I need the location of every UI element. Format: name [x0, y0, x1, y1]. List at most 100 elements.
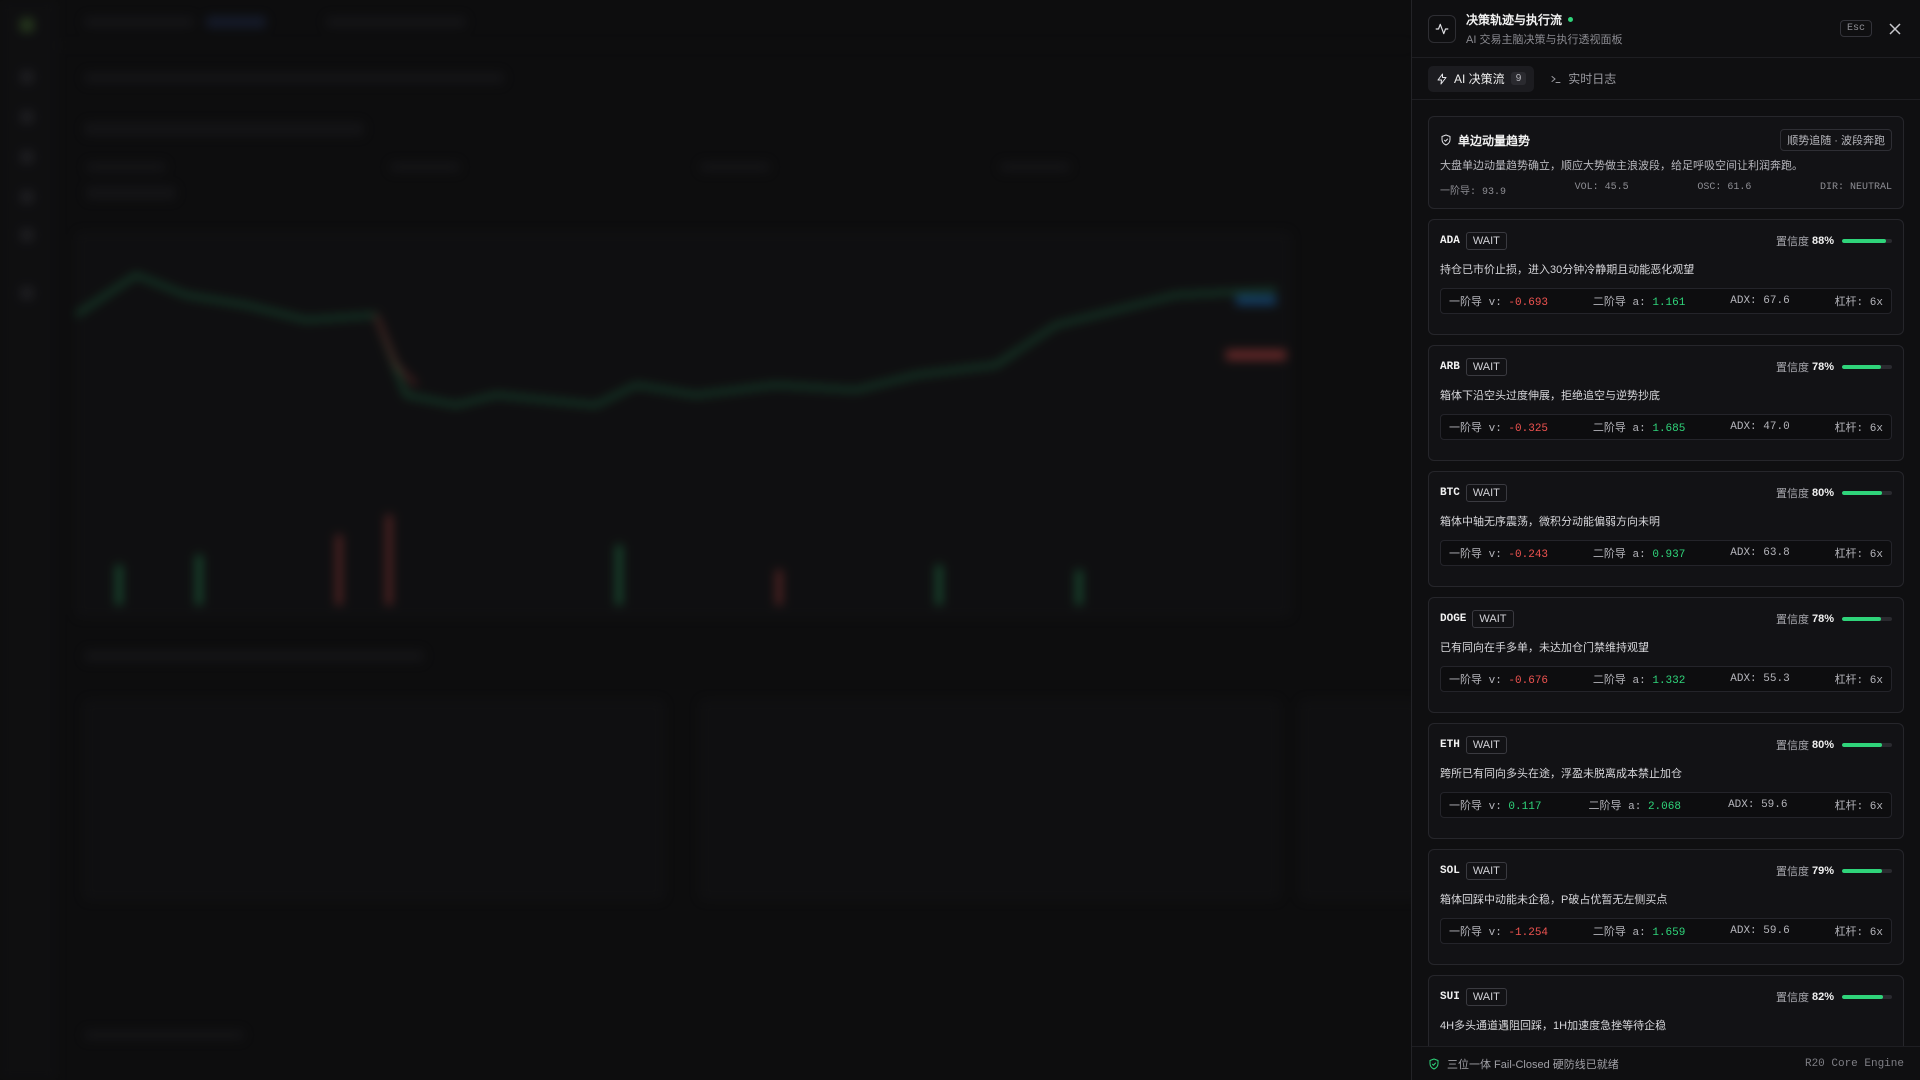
metric-label: 一阶导 v:	[1449, 297, 1502, 309]
confidence-bar-fill	[1842, 995, 1883, 999]
decision-card-list: ADA WAIT 置信度 88% 持仓已市价止损，进入30分钟冷静期且动能恶化观望 一阶导…	[1428, 219, 1904, 1046]
metric-value: 55.3	[1763, 673, 1790, 685]
decision-reason: 箱体回踩中动能未企稳，P破占优暂无左侧买点	[1440, 894, 1668, 906]
metric-label: 杠杆:	[1834, 927, 1864, 939]
metrics-row: 一阶导 v: -0.325 二阶导 a: 1.685 ADX: 47.0 杠杆: 6x	[1440, 414, 1892, 440]
close-icon	[1889, 22, 1901, 35]
action-badge: WAIT	[1465, 358, 1507, 376]
metric-adx: ADX: 67.6	[1730, 295, 1789, 307]
metric-velocity: 一阶导 v: 0.117	[1449, 797, 1541, 813]
activity-icon	[1428, 14, 1456, 43]
close-button[interactable]	[1886, 20, 1904, 38]
metric-label: 一阶导 v:	[1449, 801, 1502, 813]
metrics-row: 一阶导 v: -0.693 二阶导 a: 1.161 ADX: 67.6 杠杆: 6x	[1440, 288, 1892, 314]
decision-card-doge[interactable]: DOGE WAIT 置信度 78% 已有同向在手多单，未达加仓门禁维持观望 一阶导 v: …	[1428, 597, 1904, 713]
confidence-label: 置信度	[1775, 614, 1809, 626]
decision-card-eth[interactable]: ETH WAIT 置信度 80% 跨所已有同向多头在途，浮盈未脱离成本禁止加仓 一阶导 v…	[1428, 723, 1904, 839]
confidence-label: 置信度	[1775, 362, 1809, 374]
terminal-icon	[1551, 75, 1561, 83]
metric-label: 二阶导 a:	[1592, 297, 1646, 309]
metric-label: 杠杆:	[1834, 675, 1864, 687]
decision-card-sol[interactable]: SOL WAIT 置信度 79% 箱体回踩中动能未企稳，P破占优暂无左侧买点 一阶导 v:…	[1428, 849, 1904, 965]
metric-label: 二阶导 a:	[1592, 927, 1646, 939]
metric-velocity: 一阶导 v: -0.693	[1449, 293, 1548, 309]
metric-adx: ADX: 59.6	[1728, 799, 1787, 811]
background-price-chart	[76, 273, 1286, 605]
metric-value: 1.659	[1652, 927, 1686, 939]
metric-velocity: 一阶导 v: -0.676	[1449, 671, 1548, 687]
metric-label: 二阶导 a:	[1588, 801, 1642, 813]
live-status-dot	[1568, 16, 1574, 22]
decision-card-arb[interactable]: ARB WAIT 置信度 78% 箱体下沿空头过度伸展，拒绝追空与逆势抄底 一阶导 v: …	[1428, 345, 1904, 461]
metrics-row: 一阶导 v: -0.676 二阶导 a: 1.332 ADX: 55.3 杠杆: 6x	[1440, 666, 1892, 692]
decision-feed[interactable]: 单边动量趋势 顺势追随 · 波段奔跑 大盘单边动量趋势确立，顺应大势做主浪波段，…	[1412, 100, 1920, 1046]
metric-label: 杠杆:	[1834, 297, 1864, 309]
metric-adx: ADX: 55.3	[1730, 673, 1789, 685]
metric-value: 1.161	[1652, 297, 1686, 309]
metric-leverage: 杠杆: 6x	[1835, 545, 1883, 561]
decision-card-ada[interactable]: ADA WAIT 置信度 88% 持仓已市价止损，进入30分钟冷静期且动能恶化观望 一阶导…	[1428, 219, 1904, 335]
symbol: SOL	[1440, 865, 1460, 877]
tab-label: AI 决策流	[1454, 72, 1505, 86]
metric-label: ADX:	[1730, 925, 1757, 937]
tab-ai-decisions[interactable]: AI 决策流 9	[1428, 65, 1535, 92]
metric-value: 2.068	[1647, 801, 1681, 813]
metric-label: 二阶导 a:	[1592, 549, 1646, 561]
regime-stat: DIR: NEUTRAL	[1819, 182, 1892, 193]
decision-reason: 持仓已市价止损，进入30分钟冷静期且动能恶化观望	[1440, 264, 1695, 276]
confidence-label: 置信度	[1775, 992, 1809, 1004]
metric-acceleration: 二阶导 a: 2.068	[1589, 797, 1681, 813]
confidence-label: 置信度	[1775, 488, 1809, 500]
metric-label: ADX:	[1728, 799, 1755, 811]
action-badge: WAIT	[1465, 232, 1507, 250]
confidence-value: 78%	[1811, 361, 1834, 373]
confidence-bar	[1842, 617, 1892, 621]
action-badge: WAIT	[1465, 484, 1507, 502]
metric-label: 二阶导 a:	[1592, 423, 1646, 435]
decision-card-btc[interactable]: BTC WAIT 置信度 80% 箱体中轴无序震荡，微积分动能偏弱方向未明一阶导 v: …	[1428, 471, 1904, 587]
metric-adx: ADX: 59.6	[1730, 925, 1789, 937]
metric-value: -0.243	[1508, 549, 1549, 561]
symbol: ETH	[1440, 739, 1460, 751]
symbol: BTC	[1440, 487, 1460, 499]
metric-velocity: 一阶导 v: -0.243	[1449, 545, 1548, 561]
metric-value: 0.937	[1652, 549, 1686, 561]
metric-acceleration: 二阶导 a: 1.659	[1593, 923, 1685, 939]
decision-trace-drawer: 决策轨迹与执行流 AI 交易主脑决策与执行透视面板 Esc AI 决策流 9 实…	[1411, 0, 1920, 1080]
regime-title: 单边动量趋势	[1458, 133, 1531, 148]
confidence-label: 置信度	[1775, 236, 1809, 248]
metric-label: ADX:	[1730, 295, 1757, 307]
metric-adx: ADX: 47.0	[1730, 421, 1789, 433]
decision-reason: 已有同向在手多单，未达加仓门禁维持观望	[1440, 642, 1649, 654]
metric-value: 59.6	[1761, 799, 1788, 811]
confidence-bar	[1842, 365, 1892, 369]
confidence-bar-fill	[1842, 239, 1886, 243]
metric-label: 一阶导 v:	[1449, 549, 1502, 561]
metric-value: 6x	[1869, 675, 1883, 687]
metric-leverage: 杠杆: 6x	[1835, 419, 1883, 435]
shield-check-icon	[1441, 134, 1451, 146]
symbol: ARB	[1440, 361, 1460, 373]
metric-label: 一阶导 v:	[1449, 675, 1502, 687]
metric-adx: ADX: 63.8	[1730, 547, 1789, 559]
confidence-value: 78%	[1811, 613, 1834, 625]
metrics-row: 一阶导 v: 0.117 二阶导 a: 2.068 ADX: 59.6 杠杆: 6x	[1440, 792, 1892, 818]
confidence-value: 80%	[1811, 487, 1834, 499]
metric-acceleration: 二阶导 a: 0.937	[1593, 545, 1685, 561]
decision-reason: 箱体中轴无序震荡，微积分动能偏弱方向未明	[1440, 516, 1660, 528]
confidence-value: 82%	[1811, 991, 1834, 1003]
blurred-background-app	[0, 0, 1411, 1080]
metric-value: 1.332	[1652, 675, 1686, 687]
confidence-bar	[1842, 995, 1892, 999]
action-badge: WAIT	[1465, 988, 1507, 1006]
metric-acceleration: 二阶导 a: 1.332	[1593, 671, 1685, 687]
side-rail	[0, 0, 56, 1080]
metric-acceleration: 二阶导 a: 1.685	[1593, 419, 1685, 435]
tab-live-log[interactable]: 实时日志	[1542, 66, 1624, 92]
failsafe-status: 三位一体 Fail-Closed 硬防线已就绪	[1447, 1058, 1619, 1071]
decision-reason: 箱体下沿空头过度伸展，拒绝追空与逆势抄底	[1440, 390, 1660, 402]
decision-card-sui[interactable]: SUI WAIT 置信度 82% 4H多头通道遇阻回踩，1H加速度急挫等待企稳	[1428, 975, 1904, 1046]
metric-value: 6x	[1869, 297, 1883, 309]
metrics-row: 一阶导 v: -0.243 二阶导 a: 0.937 ADX: 63.8 杠杆: 6x	[1440, 540, 1892, 566]
esc-shortcut-badge: Esc	[1839, 20, 1872, 37]
